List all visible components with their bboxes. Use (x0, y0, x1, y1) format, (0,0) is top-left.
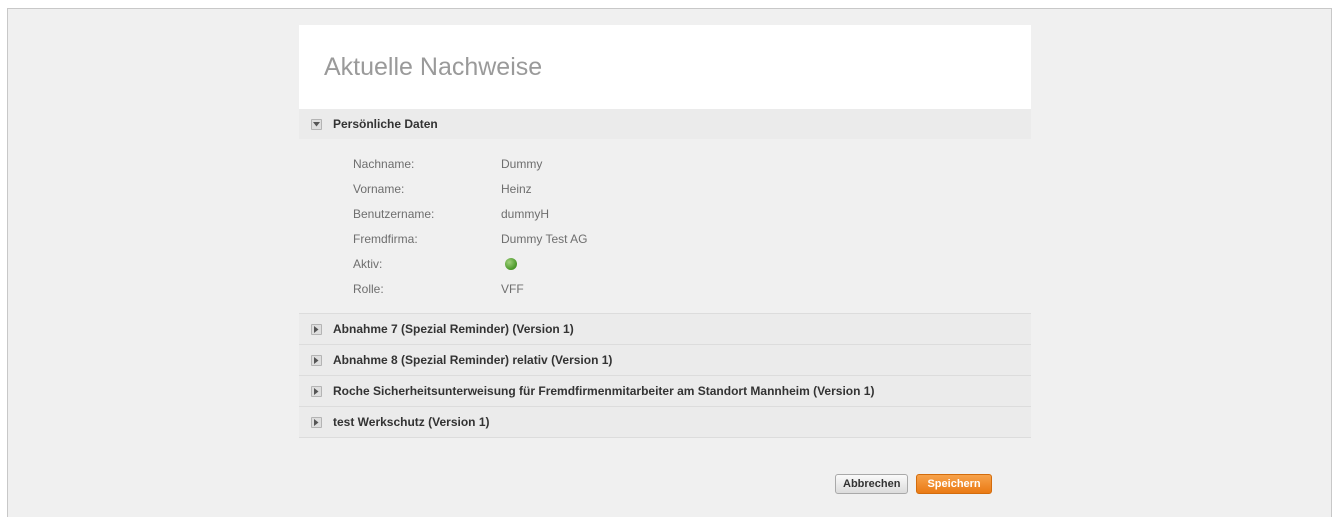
section-abnahme-7-header[interactable]: Abnahme 7 (Spezial Reminder) (Version 1) (299, 314, 1031, 345)
field-row-fremdfirma: Fremdfirma: Dummy Test AG (299, 226, 1031, 251)
field-label: Nachname: (353, 156, 415, 171)
section-title: test Werkschutz (Version 1) (333, 415, 490, 429)
section-werkschutz-header[interactable]: test Werkschutz (Version 1) (299, 407, 1031, 438)
page-header: Aktuelle Nachweise (299, 25, 1031, 109)
field-label: Fremdfirma: (353, 231, 418, 246)
field-label: Vorname: (353, 181, 405, 196)
page-title: Aktuelle Nachweise (324, 53, 543, 81)
field-label: Aktiv: (353, 256, 383, 271)
section-title: Abnahme 7 (Spezial Reminder) (Version 1) (333, 322, 574, 336)
field-row-benutzername: Benutzername: dummyH (299, 201, 1031, 226)
field-value: Dummy (501, 156, 543, 171)
section-personal-data-header[interactable]: Persönliche Daten (299, 109, 1031, 139)
expand-toggle-icon[interactable] (311, 416, 322, 428)
expand-toggle-icon[interactable] (311, 323, 322, 335)
section-title: Persönliche Daten (333, 117, 438, 131)
field-value: dummyH (501, 206, 550, 221)
expand-toggle-icon[interactable] (311, 385, 322, 397)
field-value: VFF (501, 281, 524, 296)
field-label: Rolle: (353, 281, 384, 296)
section-title: Abnahme 8 (Spezial Reminder) relativ (Ve… (333, 353, 613, 367)
section-abnahme-8-header[interactable]: Abnahme 8 (Spezial Reminder) relativ (Ve… (299, 345, 1031, 376)
field-row-rolle: Rolle: VFF (299, 276, 1031, 301)
collapse-toggle-icon[interactable] (311, 118, 322, 130)
section-title: Roche Sicherheitsunterweisung für Fremdf… (333, 384, 875, 398)
form-actions: Abbrechen Speichern (835, 474, 992, 494)
field-row-vorname: Vorname: Heinz (299, 176, 1031, 201)
field-value: Dummy Test AG (501, 231, 588, 246)
field-row-nachname: Nachname: Dummy (299, 151, 1031, 176)
save-button[interactable]: Speichern (916, 474, 992, 494)
field-row-aktiv: Aktiv: (299, 251, 1031, 276)
personal-data-details: Nachname: Dummy Vorname: Heinz Benutzern… (299, 139, 1031, 314)
field-label: Benutzername: (353, 206, 435, 221)
active-status-icon (505, 257, 517, 270)
expand-toggle-icon[interactable] (311, 354, 322, 366)
cancel-button[interactable]: Abbrechen (835, 474, 909, 494)
section-roche-header[interactable]: Roche Sicherheitsunterweisung für Fremdf… (299, 376, 1031, 407)
nachweise-panel: Aktuelle Nachweise Persönliche Daten Nac… (299, 25, 1031, 438)
field-value: Heinz (501, 181, 532, 196)
